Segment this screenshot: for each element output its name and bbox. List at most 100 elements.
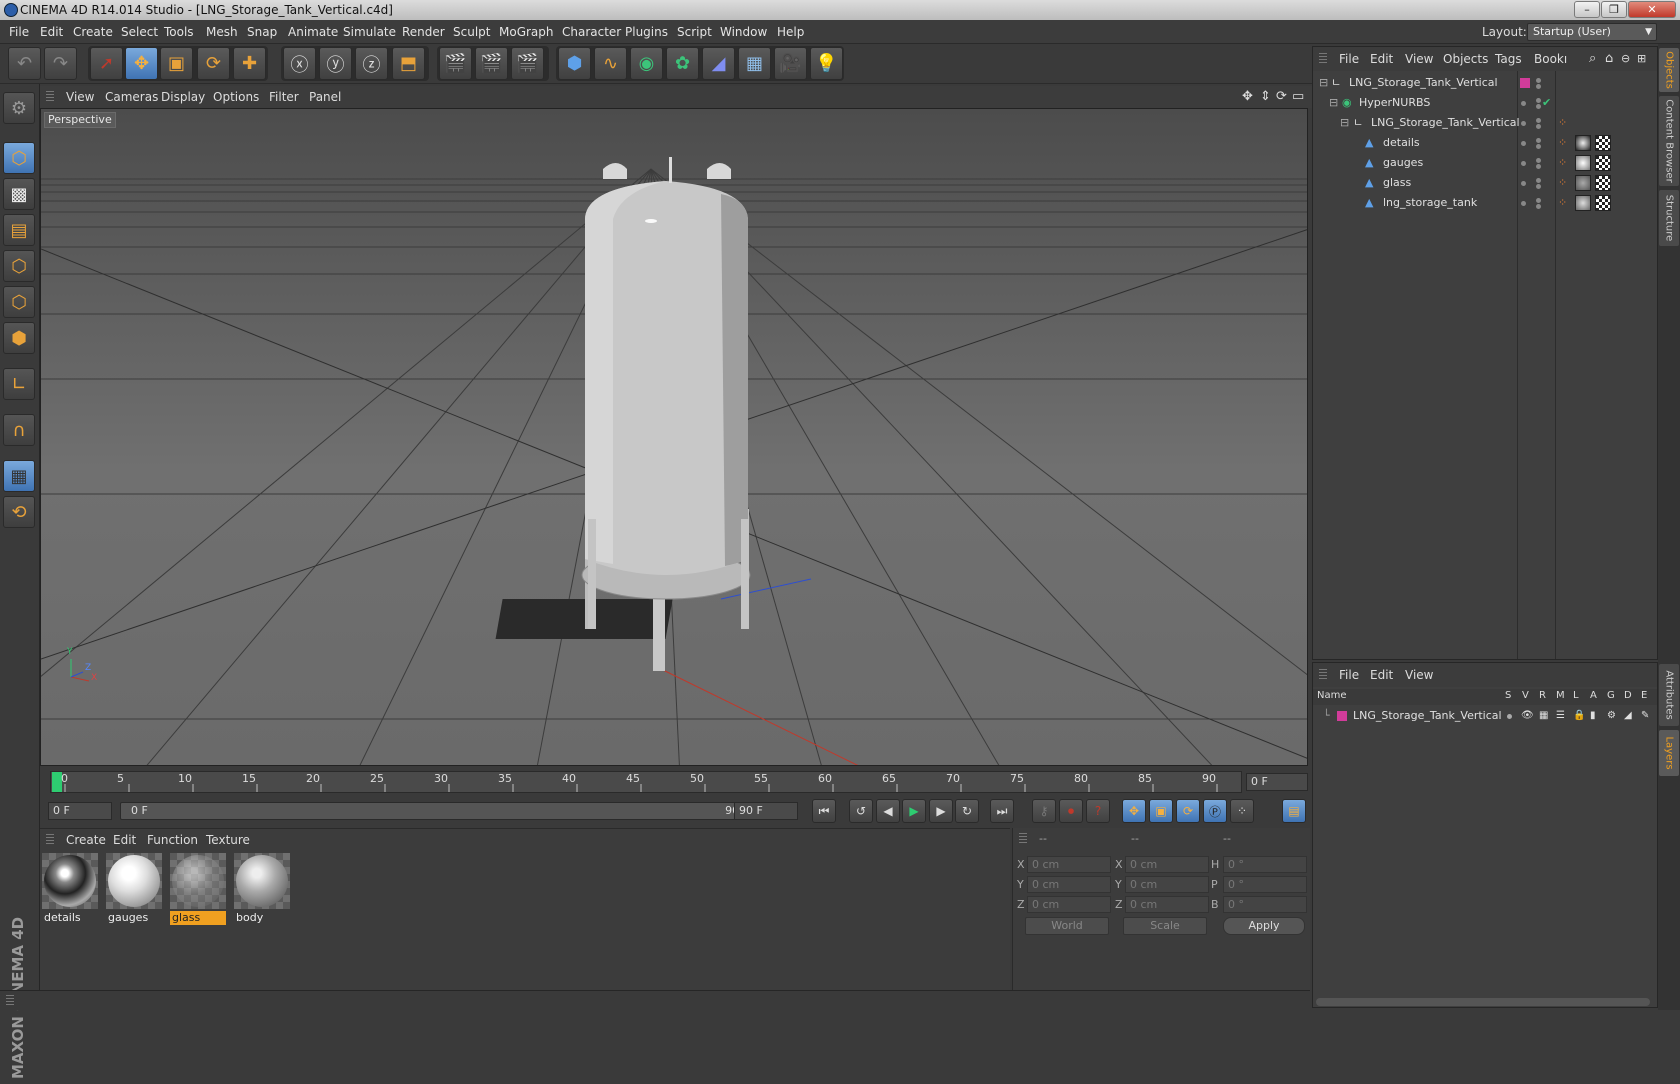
column-view[interactable]: V (1522, 690, 1529, 701)
render-visibility-dot[interactable] (1536, 184, 1541, 189)
menu-mesh[interactable]: Mesh (206, 20, 238, 44)
column-expressions[interactable]: E (1641, 690, 1647, 701)
solo-dot[interactable] (1507, 714, 1512, 719)
new-window-icon[interactable]: ⊞ (1637, 47, 1646, 71)
column-render[interactable]: R (1539, 690, 1546, 701)
menu-mograph[interactable]: MoGraph (499, 20, 554, 44)
position-y-field[interactable]: 0 cm (1027, 876, 1111, 893)
layers-menu-file[interactable]: File (1339, 663, 1359, 687)
polygons-mode-button[interactable]: ⬢ (3, 322, 35, 354)
workplane-lock-button[interactable]: ▦ (3, 460, 35, 492)
previous-key-button[interactable]: ↺ (849, 799, 873, 823)
tab-content-browser[interactable]: Content Browser (1659, 96, 1679, 186)
viewport-menu-panel[interactable]: Panel (309, 86, 341, 108)
timeline-window-button[interactable]: ▤ (1282, 799, 1306, 823)
menu-character[interactable]: Character (562, 20, 621, 44)
tab-objects[interactable]: Objects (1659, 48, 1679, 92)
uvw-tag-icon[interactable] (1595, 135, 1611, 151)
editor-visibility-dot[interactable] (1521, 101, 1526, 106)
material-menu-function[interactable]: Function (147, 829, 198, 851)
column-generators[interactable]: G (1607, 690, 1615, 701)
nurbs-button[interactable]: ◉ (630, 47, 663, 80)
live-selection-button[interactable]: ➚ (90, 47, 123, 80)
material-swatch[interactable]: glass (169, 852, 227, 926)
render-visibility-dot[interactable] (1536, 124, 1541, 129)
layers-menu-view[interactable]: View (1405, 663, 1433, 687)
material-menu-edit[interactable]: Edit (113, 829, 136, 851)
menu-edit[interactable]: Edit (40, 20, 63, 44)
move-tool-button[interactable]: ✥ (125, 47, 158, 80)
next-frame-button[interactable]: ▶ (929, 799, 953, 823)
material-swatch[interactable]: details (41, 852, 99, 926)
editor-visibility-dot[interactable] (1536, 78, 1541, 83)
panel-grip[interactable] (1019, 833, 1027, 845)
rotation-h-field[interactable]: 0 ° (1223, 856, 1307, 873)
go-to-end-button[interactable]: ⏭ (990, 799, 1014, 823)
layer-color-swatch[interactable] (1337, 711, 1347, 721)
position-z-field[interactable]: 0 cm (1027, 896, 1111, 913)
phong-tag-icon[interactable]: ⁘ (1558, 133, 1567, 153)
column-manager[interactable]: M (1556, 690, 1565, 701)
collapse-icon[interactable]: ⊟ (1319, 73, 1328, 93)
next-key-button[interactable]: ↻ (955, 799, 979, 823)
apply-button[interactable]: Apply (1223, 917, 1305, 935)
editor-visibility-dot[interactable] (1521, 121, 1526, 126)
phong-tag-icon[interactable]: ⁘ (1558, 193, 1567, 213)
minimize-button[interactable]: – (1574, 1, 1600, 18)
material-tag-icon[interactable] (1575, 155, 1591, 171)
menu-sculpt[interactable]: Sculpt (453, 20, 490, 44)
viewport-menu-options[interactable]: Options (213, 86, 259, 108)
autokey-button[interactable]: ⏺ (1059, 799, 1083, 823)
menu-select[interactable]: Select (121, 20, 158, 44)
zoom-view-icon[interactable]: ⇕ (1260, 86, 1271, 108)
cube-object-button[interactable]: ⬢ (558, 47, 591, 80)
object-row[interactable]: ▲ details ⁘ (1313, 133, 1657, 153)
render-visibility-dot[interactable] (1536, 84, 1541, 89)
editor-visibility-dot[interactable] (1521, 141, 1526, 146)
object-row[interactable]: ▲ gauges ⁘ (1313, 153, 1657, 173)
snap-button[interactable]: ∩ (3, 414, 35, 446)
layers-menu-edit[interactable]: Edit (1370, 663, 1393, 687)
phong-tag-icon[interactable]: ⁘ (1558, 173, 1567, 193)
render-visibility-dot[interactable] (1536, 164, 1541, 169)
previous-frame-button[interactable]: ◀ (876, 799, 900, 823)
editor-visibility-dot[interactable] (1521, 161, 1526, 166)
scene-floor-button[interactable]: ▦ (738, 47, 771, 80)
menu-window[interactable]: Window (720, 20, 767, 44)
editor-visibility-dot[interactable] (1536, 98, 1541, 103)
objects-menu-file[interactable]: File (1339, 47, 1359, 71)
column-animation[interactable]: A (1590, 690, 1597, 701)
material-menu-texture[interactable]: Texture (206, 829, 250, 851)
menu-help[interactable]: Help (777, 20, 804, 44)
editor-visibility-dot[interactable] (1536, 158, 1541, 163)
editor-visibility-dot[interactable] (1521, 181, 1526, 186)
menu-snap[interactable]: Snap (247, 20, 277, 44)
tab-structure[interactable]: Structure (1659, 190, 1679, 246)
render-visibility-dot[interactable] (1536, 144, 1541, 149)
key-position-button[interactable]: ✥ (1122, 799, 1146, 823)
render-picture-viewer-button[interactable]: 🎬 (475, 47, 508, 80)
column-name[interactable]: Name (1317, 690, 1347, 701)
panel-grip[interactable] (46, 91, 54, 103)
edges-mode-button[interactable]: ⬡ (3, 286, 35, 318)
tab-layers[interactable]: Layers (1659, 730, 1679, 776)
collapse-icon[interactable]: ⊟ (1340, 113, 1349, 133)
points-mode-button[interactable]: ⬡ (3, 250, 35, 282)
objects-menu-view[interactable]: View (1405, 47, 1433, 71)
panel-grip[interactable] (1319, 669, 1327, 681)
rotation-b-field[interactable]: 0 ° (1223, 896, 1307, 913)
perspective-viewport[interactable]: Perspective Y X Z (40, 108, 1308, 766)
make-editable-button[interactable]: ⚙ (3, 92, 35, 124)
viewport-menu-cameras[interactable]: Cameras (105, 86, 158, 108)
position-x-field[interactable]: 0 cm (1027, 856, 1111, 873)
object-row[interactable]: ⊟ ㄴ LNG_Storage_Tank_Vertical ⁘ (1313, 113, 1657, 133)
expression-icon[interactable]: ✎ (1641, 706, 1649, 726)
editor-visibility-dot[interactable] (1536, 138, 1541, 143)
key-parameter-button[interactable]: Ⓟ (1203, 799, 1227, 823)
keyframe-selection-button[interactable]: ? (1086, 799, 1110, 823)
menu-render[interactable]: Render (402, 20, 445, 44)
size-z-field[interactable]: 0 cm (1125, 896, 1209, 913)
panel-grip[interactable] (46, 834, 54, 846)
eye-icon[interactable]: 👁 (1521, 706, 1534, 726)
editor-visibility-dot[interactable] (1521, 201, 1526, 206)
